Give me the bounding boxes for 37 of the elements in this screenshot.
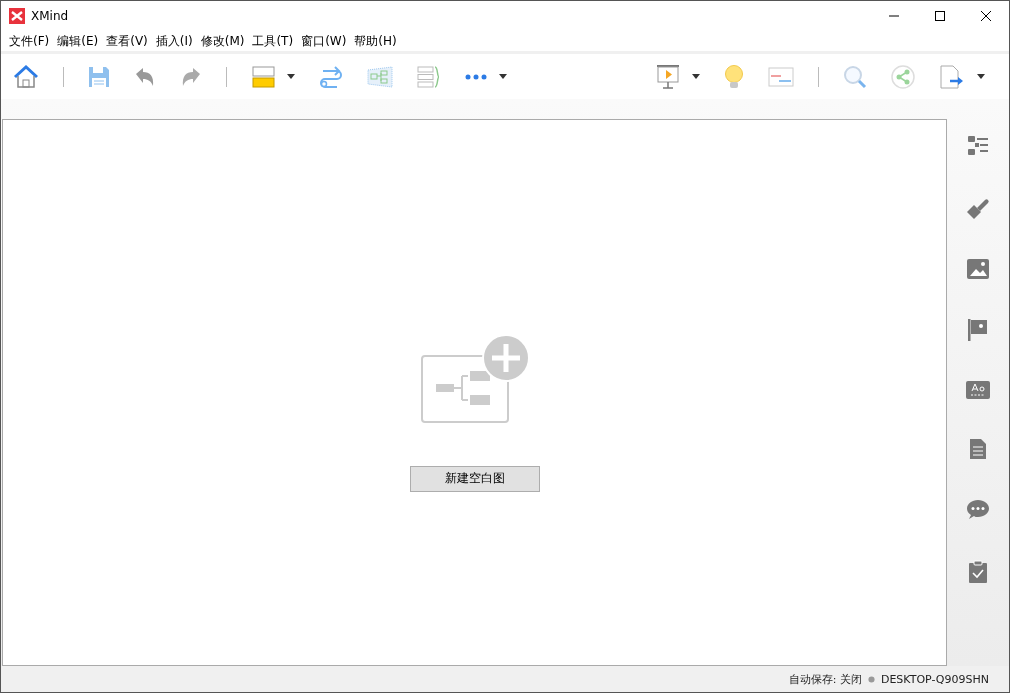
relationship-icon[interactable]	[319, 65, 343, 88]
outline-icon[interactable]	[967, 135, 989, 157]
maximize-icon[interactable]	[934, 10, 946, 22]
app-logo-icon	[9, 8, 25, 24]
presentation-icon[interactable]	[656, 64, 680, 89]
caret-icon[interactable]	[692, 74, 700, 79]
menu-item[interactable]: 帮助(H)	[350, 32, 401, 50]
status-dot-icon	[867, 675, 875, 683]
image-icon[interactable]	[967, 259, 989, 279]
autosave-status[interactable]: 自动保存: 关闭	[788, 671, 862, 687]
export-icon[interactable]	[939, 64, 965, 89]
menu-item[interactable]: 查看(V)	[102, 32, 152, 50]
menu-item[interactable]: 编辑(E)	[53, 32, 103, 50]
more-icon[interactable]	[465, 73, 487, 80]
paintbrush-icon[interactable]	[966, 196, 990, 220]
flag-icon[interactable]	[967, 318, 989, 342]
task-icon[interactable]	[968, 560, 988, 584]
home-icon[interactable]	[13, 64, 39, 89]
text-style-icon[interactable]	[966, 381, 990, 399]
redo-icon[interactable]	[180, 65, 202, 88]
caret-icon[interactable]	[977, 74, 985, 79]
menu-item[interactable]: 窗口(W)	[297, 32, 351, 50]
close-icon[interactable]	[980, 10, 992, 22]
window-title: XMind	[31, 9, 69, 23]
new-blank-map-button[interactable]: 新建空白图	[409, 465, 540, 492]
menu-item[interactable]: 工具(T)	[248, 32, 298, 50]
caret-icon[interactable]	[499, 74, 507, 79]
search-icon[interactable]	[843, 64, 867, 89]
undo-icon[interactable]	[134, 65, 156, 88]
caret-icon[interactable]	[287, 74, 295, 79]
menu-item[interactable]: 文件(F)	[5, 32, 54, 50]
note-icon[interactable]	[969, 438, 987, 460]
computer-name: DESKTOP-Q909SHN	[880, 672, 989, 686]
new-map-icon	[419, 333, 530, 424]
menu-item[interactable]: 插入(I)	[151, 32, 197, 50]
comment-icon[interactable]	[966, 499, 990, 521]
menu-item[interactable]: 修改(M)	[196, 32, 249, 50]
